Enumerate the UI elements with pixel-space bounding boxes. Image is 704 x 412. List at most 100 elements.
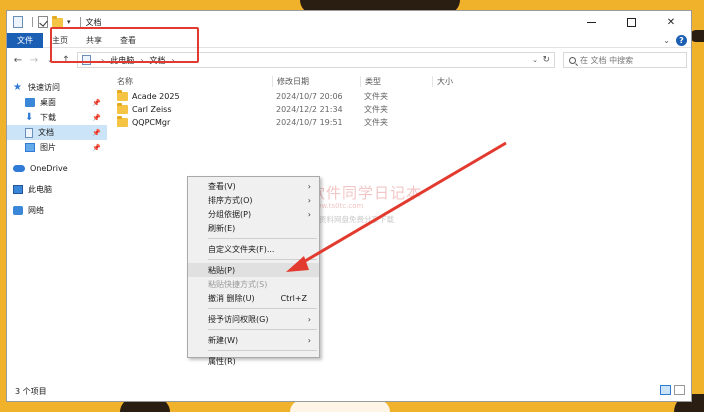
sidebar-item-network[interactable]: 网络 — [7, 203, 107, 218]
menu-divider — [208, 238, 317, 239]
file-name: Acade 2025 — [132, 92, 180, 101]
divider — [32, 17, 33, 27]
quick-access-toolbar-dropdown-icon[interactable]: ▾ — [67, 18, 71, 26]
menu-item-paste-shortcut[interactable]: 粘贴快捷方式(S) — [188, 277, 319, 291]
window-controls: ✕ — [571, 11, 691, 33]
sidebar-item-desktop[interactable]: 桌面 📌 — [7, 95, 107, 110]
file-row[interactable]: QQPCMgr 2024/10/7 19:51 文件夹 — [107, 116, 691, 129]
menu-item-paste[interactable]: 粘贴(P) — [188, 263, 319, 277]
sidebar-item-label: 网络 — [28, 206, 44, 215]
address-dropdown-icon[interactable]: ⌄ — [532, 56, 538, 64]
menu-item-label: 新建(W) — [208, 335, 239, 345]
menu-item-view[interactable]: 查看(V) › — [188, 179, 319, 193]
computer-icon — [13, 185, 23, 194]
menu-item-properties[interactable]: 属性(R) — [188, 354, 319, 368]
submenu-arrow-icon: › — [307, 181, 311, 191]
menu-item-sort-by[interactable]: 排序方式(O) › — [188, 193, 319, 207]
column-header-date[interactable]: 修改日期 — [272, 75, 360, 87]
divider — [79, 17, 81, 27]
pin-icon: 📌 — [92, 128, 101, 137]
item-count: 3 个项目 — [15, 386, 47, 396]
sidebar-item-this-pc[interactable]: 此电脑 — [7, 182, 107, 197]
menu-item-label: 自定义文件夹(F)... — [208, 244, 275, 254]
star-icon: ★ — [13, 82, 22, 93]
search-box[interactable]: 在 文档 中搜索 — [563, 52, 687, 68]
folder-icon — [117, 116, 128, 127]
back-arrow-icon[interactable]: ← — [11, 55, 25, 66]
details-view-icon[interactable] — [660, 385, 671, 395]
annotation-highlight-box — [50, 27, 199, 63]
menu-item-shortcut: Ctrl+Z — [280, 293, 307, 303]
submenu-arrow-icon: › — [307, 195, 311, 205]
refresh-icon[interactable]: ↻ — [542, 55, 550, 65]
sidebar-item-label: 图片 — [40, 143, 56, 152]
menu-divider — [208, 308, 317, 309]
documents-icon — [25, 127, 33, 138]
search-icon — [569, 56, 576, 64]
file-date: 2024/12/2 21:34 — [276, 105, 343, 114]
sidebar-item-documents[interactable]: 文档 📌 — [7, 125, 107, 140]
folder-icon — [117, 103, 128, 114]
document-icon — [13, 16, 23, 28]
wallpaper-shape-right — [690, 30, 704, 42]
minimize-icon — [586, 21, 596, 23]
explorer-window: ▾ 文档 ✕ 文件 主页 共享 查看 ⌄ ? ← → ⌄ ↑ › 此电脑 › 文… — [6, 10, 692, 402]
maximize-icon — [626, 17, 636, 27]
menu-item-give-access[interactable]: 授予访问权限(G) › — [188, 312, 319, 326]
column-header-size[interactable]: 大小 — [432, 75, 492, 87]
menu-item-label: 撤消 删除(U) — [208, 293, 255, 303]
menu-item-new[interactable]: 新建(W) › — [188, 333, 319, 347]
submenu-arrow-icon: › — [307, 314, 311, 324]
sidebar-item-label: 此电脑 — [28, 185, 52, 194]
status-bar: 3 个项目 — [7, 381, 691, 401]
large-icons-view-icon[interactable] — [674, 385, 685, 395]
view-toggle — [660, 385, 685, 395]
file-row[interactable]: Carl Zeiss 2024/12/2 21:34 文件夹 — [107, 103, 691, 116]
file-name-cell: Acade 2025 — [107, 90, 272, 101]
menu-item-label: 刷新(E) — [208, 223, 236, 233]
sidebar-item-label: 文档 — [38, 128, 54, 137]
forward-arrow-icon[interactable]: → — [27, 55, 41, 66]
sidebar-item-onedrive[interactable]: OneDrive — [7, 161, 107, 176]
menu-divider — [208, 350, 317, 351]
download-icon: ⬇ — [25, 112, 34, 123]
navigation-pane: ★ 快速访问 桌面 📌 ⬇ 下载 📌 文档 📌 图片 📌 OneDrive 此电… — [7, 72, 107, 378]
sidebar-item-downloads[interactable]: ⬇ 下载 📌 — [7, 110, 107, 125]
file-name-cell: QQPCMgr — [107, 116, 272, 127]
minimize-button[interactable] — [571, 11, 611, 33]
help-icon[interactable]: ? — [676, 35, 687, 46]
menu-item-undo-delete[interactable]: 撤消 删除(U) Ctrl+Z — [188, 291, 319, 305]
pictures-icon — [25, 143, 35, 152]
chevron-down-icon[interactable]: ⌄ — [663, 36, 670, 45]
pin-icon: 📌 — [92, 98, 101, 107]
close-button[interactable]: ✕ — [651, 11, 691, 33]
maximize-button[interactable] — [611, 11, 651, 33]
column-header-name[interactable]: 名称 — [107, 76, 272, 87]
menu-item-refresh[interactable]: 刷新(E) — [188, 221, 319, 235]
sidebar-item-label: 快速访问 — [28, 83, 60, 92]
menu-item-group-by[interactable]: 分组依据(P) › — [188, 207, 319, 221]
menu-divider — [208, 329, 317, 330]
column-header-type[interactable]: 类型 — [360, 75, 432, 87]
menu-item-label: 粘贴快捷方式(S) — [208, 279, 268, 289]
close-icon: ✕ — [666, 16, 676, 28]
context-menu: 查看(V) › 排序方式(O) › 分组依据(P) › 刷新(E) 自定义文件夹(F)… — [187, 176, 320, 366]
explorer-body: ★ 快速访问 桌面 📌 ⬇ 下载 📌 文档 📌 图片 📌 OneDrive 此电… — [7, 72, 691, 378]
menu-item-customize-folder[interactable]: 自定义文件夹(F)... — [188, 242, 319, 256]
file-tab[interactable]: 文件 — [7, 32, 43, 48]
menu-item-label: 分组依据(P) — [208, 209, 252, 219]
menu-item-label: 属性(R) — [208, 356, 236, 366]
new-folder-icon[interactable] — [52, 15, 63, 27]
properties-check-icon[interactable] — [38, 16, 48, 28]
file-row[interactable]: Acade 2025 2024/10/7 20:06 文件夹 — [107, 90, 691, 103]
file-date: 2024/10/7 20:06 — [276, 92, 343, 101]
sidebar-item-label: 桌面 — [40, 98, 56, 107]
window-title: 文档 — [85, 17, 102, 27]
file-type: 文件夹 — [364, 118, 388, 127]
menu-item-label: 排序方式(O) — [208, 195, 253, 205]
sidebar-item-quick-access[interactable]: ★ 快速访问 — [7, 80, 107, 95]
sidebar-item-pictures[interactable]: 图片 📌 — [7, 140, 107, 155]
submenu-arrow-icon: › — [307, 335, 311, 345]
submenu-arrow-icon: › — [307, 209, 311, 219]
sidebar-item-label: 下载 — [40, 113, 56, 122]
